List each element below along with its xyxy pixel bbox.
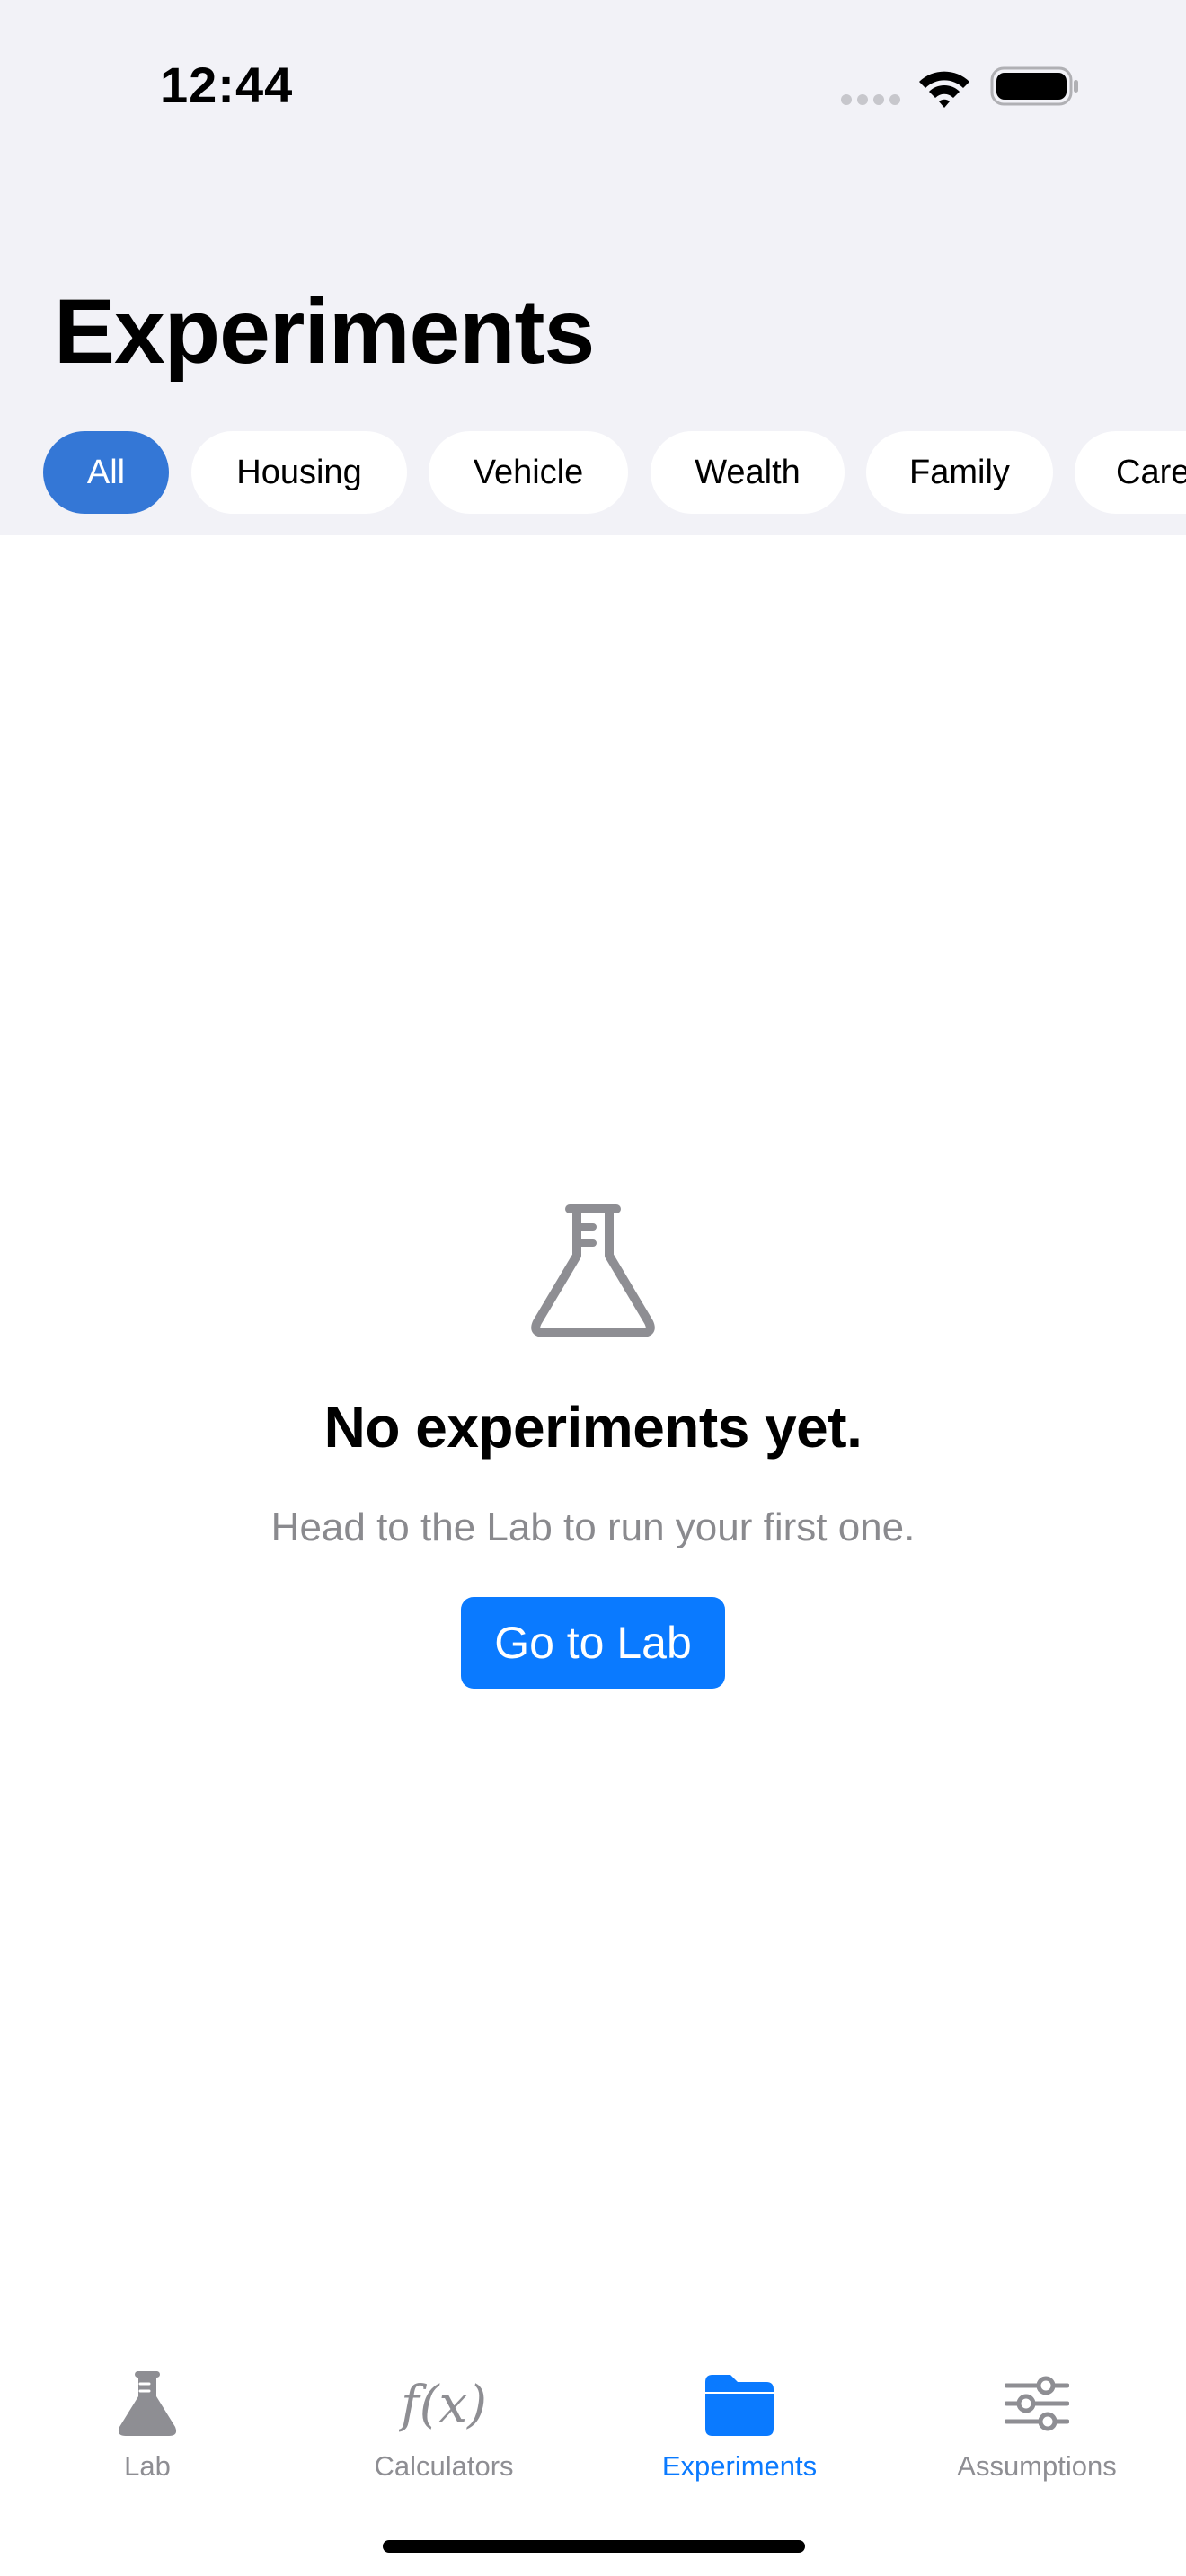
- tab-label: Assumptions: [957, 2450, 1117, 2482]
- wifi-icon: [919, 71, 969, 108]
- battery-icon: [990, 66, 1078, 106]
- filter-chip-all[interactable]: All: [43, 431, 169, 514]
- tab-lab[interactable]: Lab: [13, 2353, 282, 2488]
- filter-chip-wealth[interactable]: Wealth: [651, 431, 845, 514]
- function-icon: f(x): [399, 2376, 487, 2434]
- filter-chip-family[interactable]: Family: [866, 431, 1053, 514]
- filter-chips-row: All Housing Vehicle Wealth Family Care: [0, 431, 1186, 516]
- page-title: Experiments: [54, 280, 595, 383]
- flask-icon: [118, 2371, 177, 2436]
- sliders-icon: [1005, 2376, 1069, 2431]
- tab-label: Experiments: [661, 2450, 818, 2482]
- tab-experiments[interactable]: Experiments: [605, 2353, 874, 2488]
- status-time: 12:44: [160, 57, 294, 113]
- flask-icon: [531, 1204, 655, 1337]
- empty-state-subtitle: Head to the Lab to run your first one.: [270, 1505, 916, 1549]
- cellular-signal-icon: [841, 94, 900, 105]
- go-to-lab-button[interactable]: Go to Lab: [461, 1597, 725, 1689]
- home-indicator: [383, 2540, 805, 2553]
- filter-chip-care[interactable]: Care: [1075, 431, 1186, 514]
- filter-chip-housing[interactable]: Housing: [191, 431, 407, 514]
- svg-text:f(x): f(x): [399, 2376, 487, 2434]
- tab-assumptions[interactable]: Assumptions: [902, 2353, 1172, 2488]
- tab-calculators[interactable]: f(x) Calculators: [309, 2353, 579, 2488]
- tab-label: Calculators: [374, 2450, 514, 2482]
- filter-chip-vehicle[interactable]: Vehicle: [429, 431, 628, 514]
- tab-label: Lab: [124, 2450, 171, 2482]
- empty-state-title: No experiments yet.: [323, 1395, 863, 1460]
- folder-icon: [705, 2375, 774, 2436]
